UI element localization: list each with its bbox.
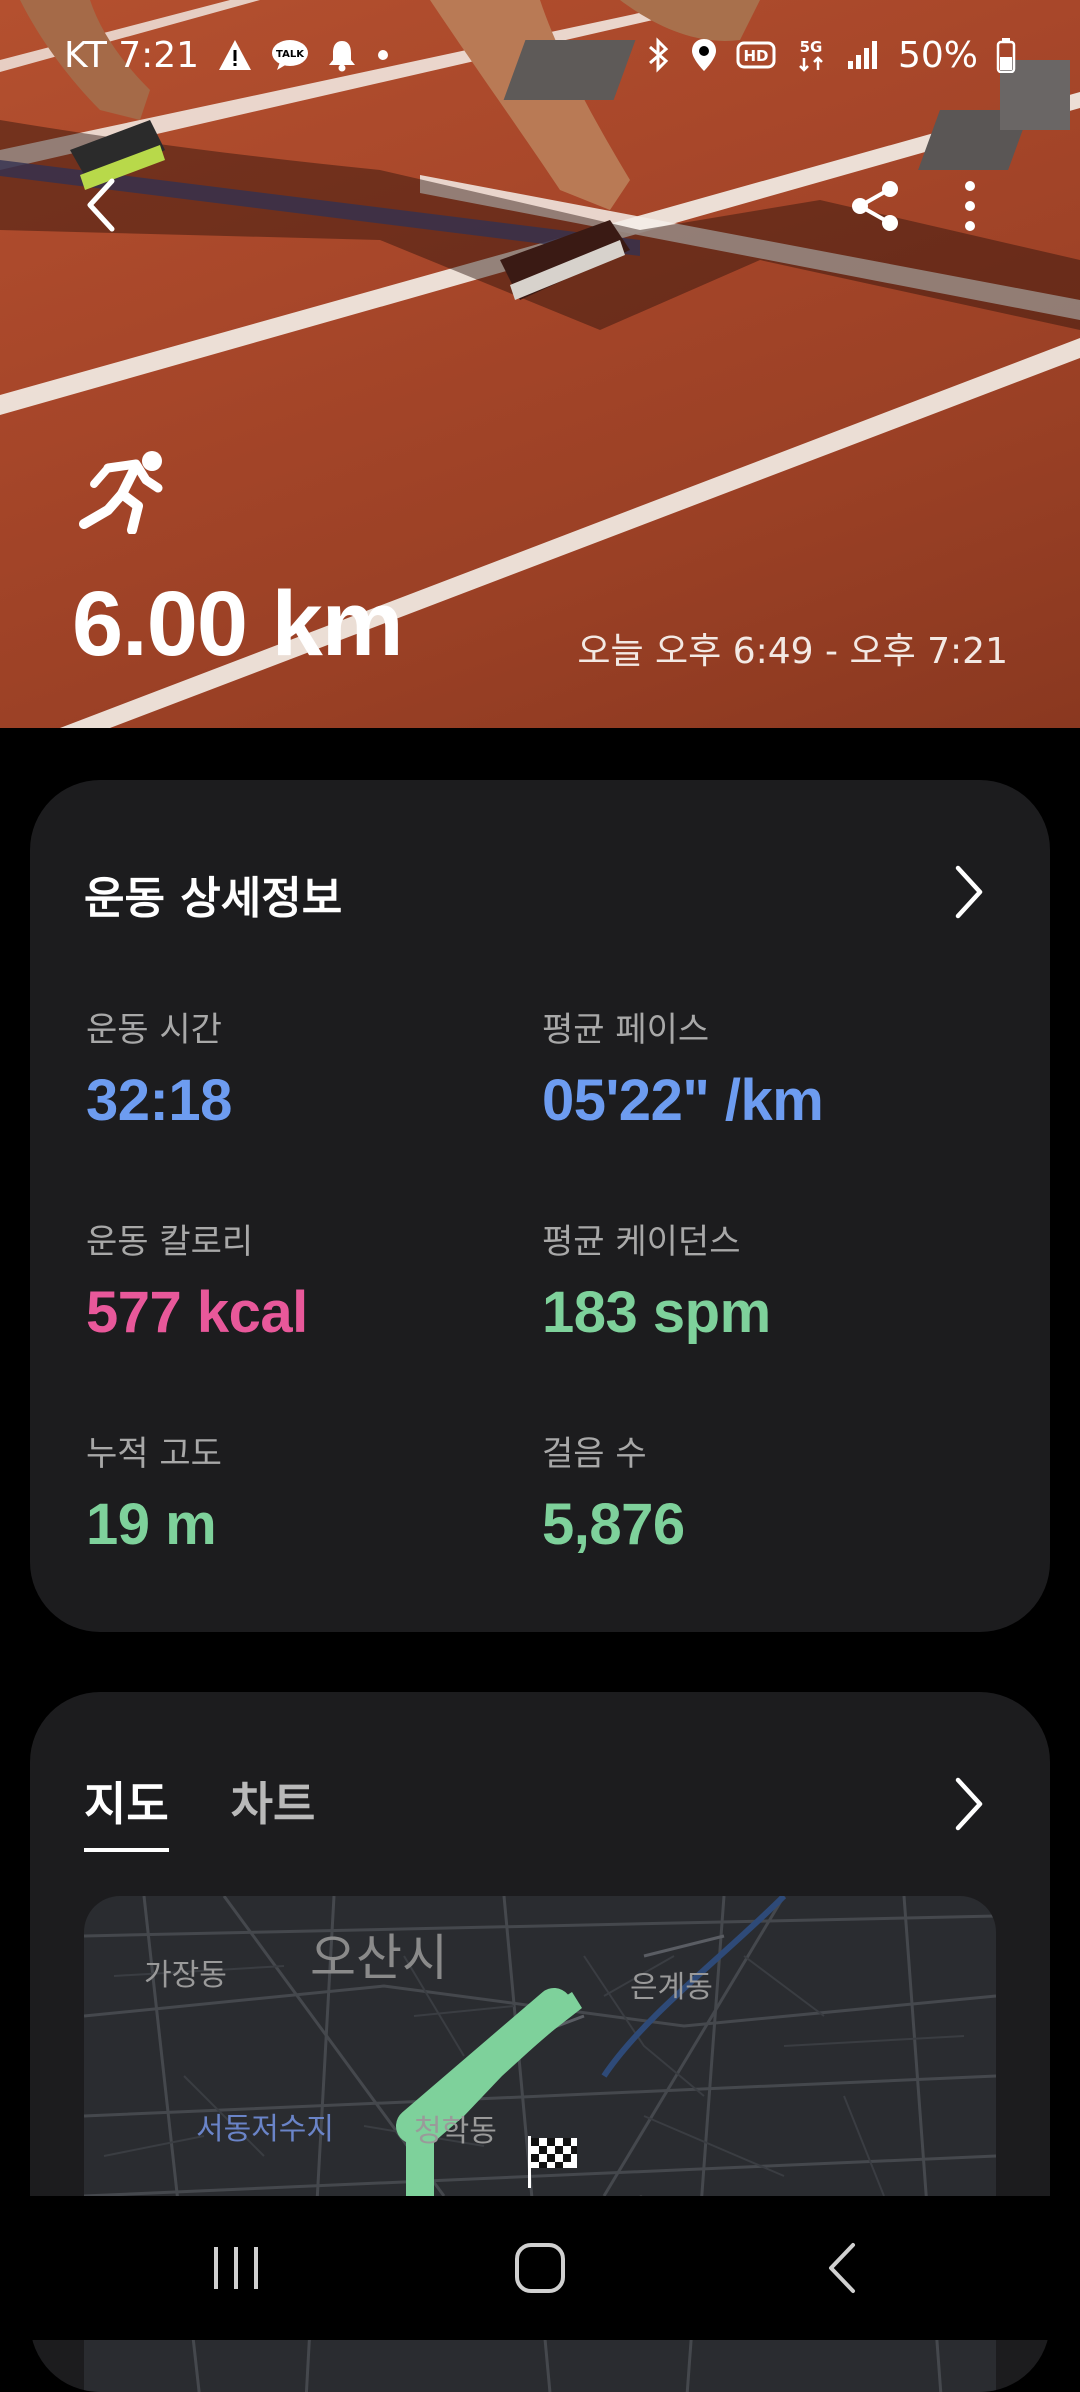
signal-icon: [846, 39, 880, 71]
svg-text:TALK: TALK: [276, 49, 305, 60]
stat-value: 5,876: [542, 1492, 685, 1557]
running-icon: [78, 450, 172, 538]
system-back-button[interactable]: [782, 2196, 902, 2340]
stat-workout-time: 운동 시간 32:18: [86, 1002, 232, 1134]
navigation-bar: [0, 2196, 1080, 2340]
battery-text: 50%: [897, 34, 978, 76]
stat-label: 운동 칼로리: [86, 1222, 254, 1262]
stat-value: 183 spm: [542, 1280, 771, 1345]
svg-text:5G: 5G: [800, 38, 823, 56]
home-button[interactable]: [480, 2196, 600, 2340]
map-chart-tabs: 지도 차트: [84, 1768, 315, 1852]
home-icon: [515, 2243, 565, 2293]
stat-label: 누적 고도: [86, 1434, 222, 1474]
finish-flag-icon: [528, 2136, 577, 2188]
stat-steps: 걸음 수 5,876: [542, 1426, 685, 1558]
svg-text:HD: HD: [743, 47, 768, 65]
map-label-gajang: 가장동: [144, 1958, 227, 1993]
map-label-eungye: 은계동: [630, 1970, 713, 2005]
back-button[interactable]: [72, 170, 132, 240]
dot-icon: [375, 47, 391, 63]
stat-elevation: 누적 고도 19 m: [86, 1426, 222, 1558]
warning-icon: [217, 38, 253, 72]
stat-value: 32:18: [86, 1068, 232, 1133]
chevron-right-icon: [955, 1777, 983, 1831]
details-chevron-button[interactable]: [952, 862, 986, 926]
stat-label: 평균 케이던스: [542, 1222, 741, 1262]
chevron-left-icon: [87, 178, 115, 232]
card-title: 운동 상세정보: [84, 873, 343, 924]
battery-icon: [996, 37, 1016, 73]
more-options-button[interactable]: [950, 176, 990, 236]
bell-icon: [327, 38, 357, 72]
tab-map[interactable]: 지도: [84, 1768, 169, 1852]
tab-chart[interactable]: 차트: [231, 1768, 316, 1852]
workout-details-card[interactable]: 운동 상세정보 운동 시간 32:18 평균 페이스 05'22" /km 운동…: [30, 780, 1050, 1632]
stat-value: 05'22" /km: [542, 1068, 824, 1133]
distance-value: 6.00 km: [72, 573, 404, 675]
map-label-seodong: 서동저수지: [196, 2112, 334, 2147]
5g-icon: 5G: [794, 36, 828, 74]
recent-apps-icon: [214, 2247, 258, 2289]
stat-value: 577 kcal: [86, 1280, 308, 1345]
map-label-cheonghak: 청학동: [414, 2114, 497, 2149]
stat-label: 걸음 수: [542, 1434, 647, 1474]
chevron-right-icon: [955, 865, 983, 919]
stat-avg-pace: 평균 페이스 05'22" /km: [542, 1002, 824, 1134]
map-chevron-button[interactable]: [952, 1774, 986, 1838]
stat-cadence: 평균 케이던스 183 spm: [542, 1214, 771, 1346]
carrier-time: KT 7:21: [64, 34, 200, 76]
talk-icon: TALK: [271, 38, 309, 72]
bluetooth-icon: [646, 37, 672, 73]
stat-value: 19 m: [86, 1492, 217, 1557]
map-label-city: 오산시: [310, 1929, 448, 1987]
hd-icon: HD: [736, 38, 776, 72]
location-icon: [690, 37, 718, 73]
more-vertical-icon: [965, 181, 975, 231]
share-icon: [852, 181, 898, 231]
stat-calories: 운동 칼로리 577 kcal: [86, 1214, 308, 1346]
time-range: 오늘 오후 6:49 - 오후 7:21: [577, 631, 1008, 672]
recent-apps-button[interactable]: [176, 2196, 296, 2340]
back-icon: [829, 2243, 855, 2293]
hero-banner: KT 7:21 TALK HD 5G 50% 6.00 km 오늘 오후 6:4…: [0, 0, 1080, 728]
stat-label: 운동 시간: [86, 1010, 222, 1050]
status-bar: KT 7:21 TALK HD 5G 50%: [0, 0, 1080, 110]
share-button[interactable]: [846, 176, 906, 236]
stat-label: 평균 페이스: [542, 1010, 710, 1050]
